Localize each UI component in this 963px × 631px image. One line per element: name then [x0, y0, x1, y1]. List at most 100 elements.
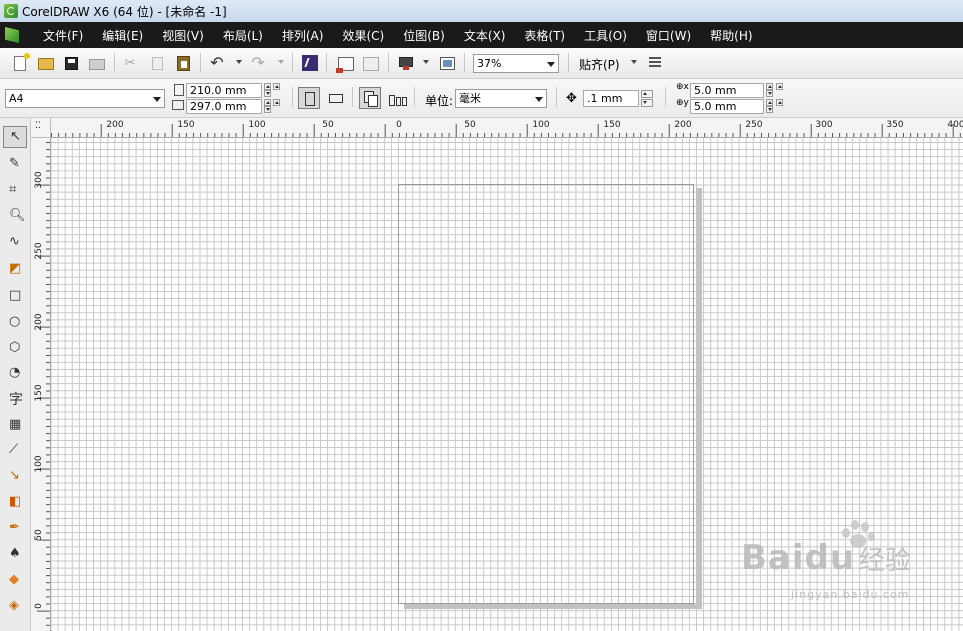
width-spin-down[interactable] — [264, 90, 271, 97]
watermark-jingyan: 经验 — [858, 546, 911, 576]
drawing-canvas[interactable]: Baidu 经验 jingyan.baidu.com — [51, 138, 963, 631]
landscape-button[interactable] — [325, 87, 347, 109]
dup-x-spin-up[interactable] — [766, 83, 773, 90]
search-content-icon[interactable] — [302, 55, 318, 71]
copy-icon[interactable] — [152, 57, 163, 70]
new-document-icon[interactable] — [14, 53, 30, 71]
full-screen-preview-icon[interactable] — [440, 57, 455, 70]
height-spin-up[interactable] — [264, 99, 271, 106]
dup-x-spin-up-2[interactable] — [776, 83, 783, 90]
toolbar-divider — [114, 53, 115, 73]
current-page-icon-b — [396, 97, 401, 106]
all-pages-icon-front — [368, 95, 378, 107]
baidu-paw-logo-icon — [838, 520, 876, 550]
undo-icon[interactable]: ↶ — [208, 54, 226, 72]
nudge-distance-field[interactable]: .1 mm — [583, 90, 639, 107]
width-spin-up[interactable] — [264, 83, 271, 90]
page-width-field[interactable]: 210.0 mm — [186, 83, 262, 98]
polygon-tool-icon[interactable]: ⬡ — [7, 339, 24, 356]
horizontal-ruler[interactable]: 200 150 100 50 0 50 100 150 200 250 300 … — [51, 118, 963, 138]
width-lock-up[interactable] — [273, 83, 280, 90]
ruler-label: 250 — [745, 120, 763, 130]
table-tool-icon[interactable]: ▦ — [7, 416, 24, 433]
page-height-field[interactable]: 297.0 mm — [186, 99, 262, 114]
paper-size-select[interactable]: A4 — [5, 89, 165, 108]
import-icon[interactable] — [336, 57, 354, 73]
ruler-origin-corner[interactable]: ⁚⁚ — [31, 118, 51, 138]
current-page-icon — [389, 95, 395, 106]
smart-fill-tool-icon[interactable]: ◩ — [7, 260, 24, 277]
snap-to-button[interactable]: 贴齐(P) — [579, 56, 620, 73]
connector-tool-icon[interactable]: ↘ — [7, 467, 24, 484]
height-spin-down[interactable] — [264, 106, 271, 113]
blend-tool-icon[interactable]: ◧ — [7, 493, 24, 510]
dup-y-spin-up-2[interactable] — [776, 99, 783, 106]
menu-help[interactable]: 帮助(H) — [701, 27, 762, 44]
coreldraw-logo-icon — [4, 4, 18, 18]
ruler-label: 200 — [34, 313, 44, 331]
rectangle-tool-icon[interactable]: □ — [7, 287, 24, 304]
text-tool-icon[interactable]: 字 — [7, 388, 24, 408]
shape-tool-icon[interactable]: ✎ — [7, 155, 24, 172]
menu-table[interactable]: 表格(T) — [515, 27, 575, 44]
options-icon[interactable] — [649, 55, 661, 69]
current-page-button[interactable] — [386, 87, 408, 109]
application-launcher-icon[interactable] — [399, 57, 413, 70]
freehand-tool-icon[interactable]: ∿ — [7, 233, 24, 250]
ruler-label: 200 — [674, 120, 692, 130]
menu-arrange[interactable]: 排列(A) — [273, 27, 334, 44]
menu-layout[interactable]: 布局(L) — [214, 27, 273, 44]
menu-view[interactable]: 视图(V) — [153, 27, 214, 44]
basic-shapes-tool-icon[interactable]: ◔ — [7, 364, 24, 381]
launcher-dropdown-icon[interactable] — [423, 60, 429, 64]
menu-file[interactable]: 文件(F) — [34, 27, 93, 44]
menu-text[interactable]: 文本(X) — [455, 27, 516, 44]
crop-tool-icon[interactable]: ⌗ — [7, 181, 24, 198]
height-lock-up[interactable] — [273, 99, 280, 106]
menu-effects[interactable]: 效果(C) — [333, 27, 394, 44]
ruler-label: 300 — [34, 171, 44, 189]
fill-tool-icon[interactable]: ◆ — [7, 571, 24, 588]
menu-tools[interactable]: 工具(O) — [575, 27, 637, 44]
portrait-button[interactable] — [298, 87, 320, 109]
paste-icon[interactable] — [177, 56, 190, 71]
all-pages-button[interactable] — [359, 87, 381, 109]
interactive-fill-tool-icon[interactable]: ◈ — [7, 597, 24, 614]
menu-window[interactable]: 窗口(W) — [637, 27, 701, 44]
dup-y-spin-up[interactable] — [766, 99, 773, 106]
export-icon[interactable] — [363, 57, 379, 71]
menu-edit[interactable]: 编辑(E) — [93, 27, 153, 44]
duplicate-x-field[interactable]: 5.0 mm — [690, 83, 764, 98]
dup-x-spin-down[interactable] — [766, 90, 773, 97]
ruler-label: 250 — [34, 242, 44, 260]
a4-page-border[interactable] — [398, 184, 694, 604]
snap-dropdown-icon[interactable] — [631, 60, 637, 64]
eyedropper-tool-icon[interactable]: ✒ — [7, 519, 24, 536]
print-icon[interactable] — [89, 59, 105, 70]
cut-icon[interactable]: ✂ — [121, 54, 139, 72]
vertical-ruler[interactable]: 300 250 200 150 100 50 0 — [31, 138, 51, 631]
zoom-tool-icon[interactable]: 🔍︎ — [7, 207, 26, 224]
redo-icon[interactable]: ↷ — [249, 54, 267, 72]
duplicate-y-field[interactable]: 5.0 mm — [690, 99, 764, 114]
undo-dropdown-icon[interactable] — [236, 60, 242, 64]
menu-bitmaps[interactable]: 位图(B) — [394, 27, 455, 44]
units-select[interactable]: 毫米 — [455, 89, 547, 108]
dup-y-spin-down[interactable] — [766, 106, 773, 113]
ruler-label: 100 — [532, 120, 550, 130]
toolbox: ↖ ✎ ⌗ 🔍︎ ∿ ◩ □ ○ ⬡ ◔ 字 ▦ ⟋ ↘ ◧ ✒ ♠ ◆ ◈ — [0, 118, 31, 631]
redo-dropdown-icon[interactable] — [278, 60, 284, 64]
outline-pen-tool-icon[interactable]: ♠ — [7, 545, 24, 562]
open-folder-icon[interactable] — [38, 58, 54, 70]
ruler-label: 100 — [248, 120, 266, 130]
toolbar-divider — [568, 53, 569, 73]
pick-tool-icon[interactable]: ↖ — [3, 126, 27, 148]
ruler-label: 50 — [34, 529, 44, 541]
dimension-tool-icon[interactable]: ⟋ — [7, 441, 24, 458]
nudge-spin-up[interactable] — [641, 90, 653, 98]
ellipse-tool-icon[interactable]: ○ — [7, 313, 24, 330]
save-icon[interactable] — [65, 57, 78, 70]
landscape-icon — [329, 94, 343, 103]
nudge-spin-down[interactable] — [641, 99, 653, 107]
zoom-level-combo[interactable]: 37% — [473, 54, 559, 73]
